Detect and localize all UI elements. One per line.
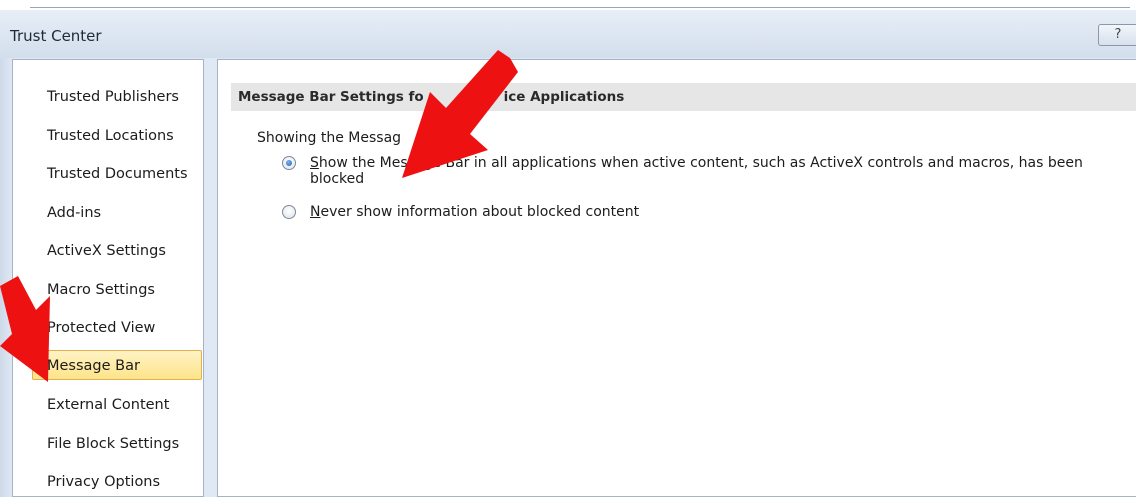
help-icon: ? — [1114, 27, 1122, 42]
radio-never-show-info[interactable] — [282, 205, 296, 219]
background-window-divider — [30, 7, 1130, 8]
background-window-edge — [0, 0, 1136, 10]
sidebar-item-label: ActiveX Settings — [47, 243, 166, 259]
accelerator-key: N — [310, 204, 321, 220]
dialog-titlebar[interactable]: Trust Center ? — [0, 10, 1136, 58]
sidebar-item-label: Trusted Publishers — [47, 89, 179, 105]
trust-center-dialog: Trust Center ? Trusted Publishers Truste… — [0, 10, 1136, 497]
sidebar-item-label: Trusted Documents — [47, 166, 188, 182]
radio-show-message-bar[interactable] — [282, 156, 296, 170]
sidebar-item-file-block-settings[interactable]: File Block Settings — [32, 429, 202, 459]
dialog-left-edge — [0, 58, 12, 497]
sidebar-item-label: Macro Settings — [47, 282, 155, 298]
sidebar-item-label: Trusted Locations — [47, 128, 174, 144]
sidebar-item-protected-view[interactable]: Protected View — [32, 313, 202, 343]
accelerator-key: S — [310, 155, 319, 171]
dialog-title: Trust Center — [10, 27, 102, 45]
sidebar-item-trusted-locations[interactable]: Trusted Locations — [32, 121, 202, 151]
section-header: Message Bar Settings fo ice Applications — [231, 83, 1136, 111]
option-never-show-info[interactable]: Never show information about blocked con… — [282, 204, 1136, 222]
sidebar-item-label: External Content — [47, 397, 170, 413]
option-label-text: how the Message Bar in all applications … — [310, 155, 1083, 187]
sidebar-item-label: Protected View — [47, 320, 156, 336]
screenshot-stage: Trust Center ? Trusted Publishers Truste… — [0, 0, 1136, 497]
section-title-start: Message Bar Settings fo — [238, 89, 424, 105]
sidebar-item-privacy-options[interactable]: Privacy Options — [32, 467, 202, 497]
section-title-end: ice Applications — [503, 89, 625, 105]
sidebar-item-label: Privacy Options — [47, 474, 161, 490]
sidebar-item-message-bar[interactable]: Message Bar — [32, 350, 202, 380]
message-bar-group-label: Showing the Messag — [257, 130, 402, 146]
sidebar-item-label: File Block Settings — [47, 436, 180, 452]
sidebar-item-label: Add-ins — [47, 205, 102, 221]
option-show-message-bar[interactable]: Show the Message Bar in all applications… — [282, 155, 1136, 191]
sidebar-item-add-ins[interactable]: Add-ins — [32, 198, 202, 228]
sidebar-item-external-content[interactable]: External Content — [32, 390, 202, 420]
option-never-show-info-label: Never show information about blocked con… — [310, 204, 1130, 220]
sidebar-item-macro-settings[interactable]: Macro Settings — [32, 275, 202, 305]
option-label-text: ever show information about blocked cont… — [320, 204, 640, 220]
sidebar-item-trusted-publishers[interactable]: Trusted Publishers — [32, 82, 202, 112]
sidebar-item-activex-settings[interactable]: ActiveX Settings — [32, 236, 202, 266]
sidebar-item-trusted-documents[interactable]: Trusted Documents — [32, 159, 202, 189]
settings-panel: Message Bar Settings fo ice Applications … — [217, 59, 1136, 497]
option-show-message-bar-label: Show the Message Bar in all applications… — [310, 155, 1130, 187]
sidebar-nav: Trusted Publishers Trusted Locations Tru… — [12, 59, 204, 497]
sidebar-item-label: Message Bar — [47, 358, 140, 374]
help-button[interactable]: ? — [1098, 24, 1136, 46]
